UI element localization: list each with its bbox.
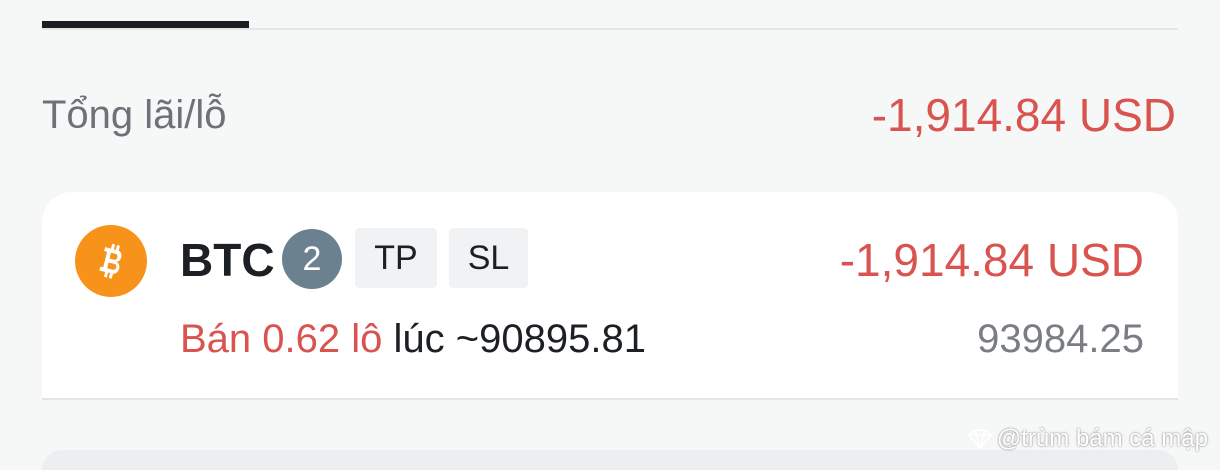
order-info: Bán 0.62 lô lúc ~90895.81 [180,314,646,364]
current-price: 93984.25 [977,317,1144,361]
position-symbol: BTC [180,234,275,286]
card-divider [42,398,1178,400]
position-count-badge: 2 [282,229,342,289]
active-tab-indicator [42,21,249,28]
stop-loss-button[interactable]: SL [449,228,528,288]
position-pl-value: -1,914.84 USD [839,234,1144,286]
total-pl-label: Tổng lãi/lỗ [42,93,227,137]
watermark: @trùm bám cá mập [967,424,1208,454]
take-profit-button[interactable]: TP [355,228,437,288]
tab-divider [42,28,1178,30]
bitcoin-icon [75,225,147,297]
order-entry-price: lúc ~90895.81 [393,317,646,361]
position-card[interactable]: BTC 2 TP SL -1,914.84 USD Bán 0.62 lô lú… [42,192,1178,398]
watermark-text: @trùm bám cá mập [996,425,1208,452]
watermark-logo-icon [967,429,992,449]
order-side-volume: Bán 0.62 lô [180,317,383,361]
total-pl-value: -1,914.84 USD [871,89,1176,141]
